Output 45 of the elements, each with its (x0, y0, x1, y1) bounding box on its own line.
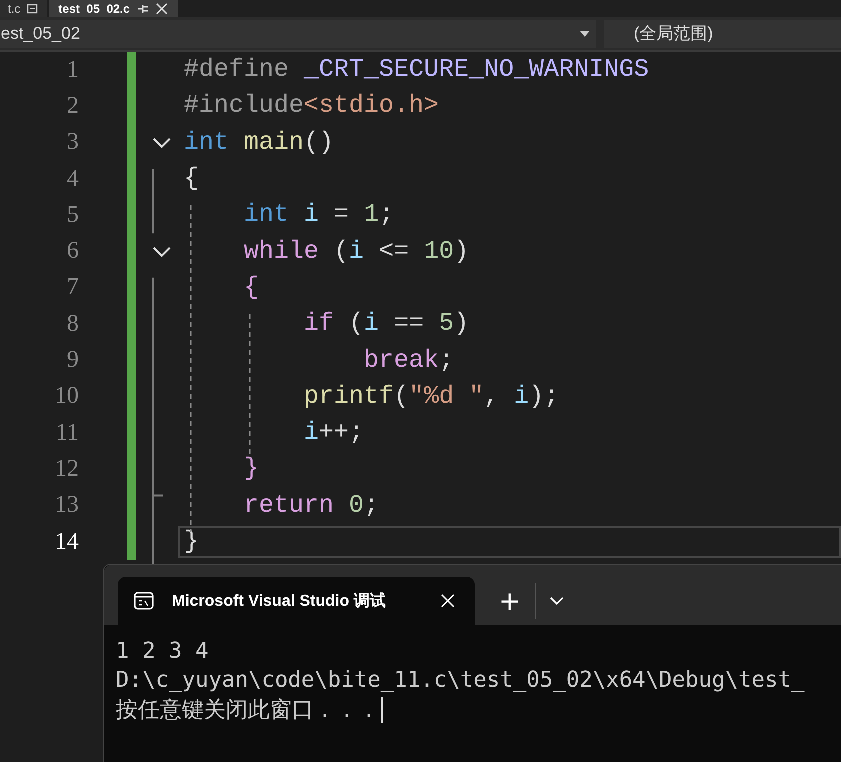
change-bar (127, 52, 136, 88)
terminal-tab-title: Microsoft Visual Studio 调试 (172, 592, 387, 612)
line-number: 7 (66, 274, 79, 302)
line-number: 3 (66, 129, 79, 156)
code-line: if (i == 5) (303, 308, 470, 340)
code-line: break; (363, 344, 454, 377)
close-icon[interactable] (156, 2, 168, 14)
console-output-line: 按任意键关闭此窗口．．． (116, 696, 380, 724)
change-bar (127, 524, 136, 560)
line-number: 1 (66, 56, 79, 84)
line-number: 4 (66, 166, 79, 193)
code-line: printf("%d ", i); (303, 380, 560, 413)
code-line: #define _CRT_SECURE_NO_WARNINGS (183, 54, 650, 86)
new-tab-button[interactable]: + (493, 587, 527, 617)
chevron-icon[interactable] (152, 136, 172, 149)
console-icon (134, 592, 154, 610)
terminal-tab[interactable]: Microsoft Visual Studio 调试 (118, 577, 475, 625)
file-tab[interactable]: test_05_02.c (48, 0, 178, 17)
scope-dropdown[interactable]: (全局范围) (604, 20, 841, 48)
line-number: 10 (54, 383, 79, 410)
console-output-line: D:\c_yuyan\code\bite_11.c\test_05_02\x64\Debug\test_ (116, 668, 805, 693)
line-number: 8 (66, 310, 79, 338)
text-cursor (381, 696, 383, 722)
code-line: while (i <= 10) (243, 236, 470, 268)
line-number: 6 (66, 238, 79, 266)
code-line: { (243, 272, 260, 304)
code-line: int i = 1; (243, 199, 394, 232)
line-number: 5 (66, 202, 79, 229)
caret-icon (580, 30, 590, 36)
console-output-line: 1 2 3 4 (116, 639, 209, 664)
code-line: { (183, 163, 200, 196)
code-line: i++; (303, 417, 364, 450)
line-number: 11 (54, 420, 79, 447)
file-tab[interactable]: t.c (0, 0, 47, 17)
chevron-icon[interactable] (152, 246, 172, 258)
project-dropdown[interactable]: est_05_02 (0, 20, 596, 48)
code-line: } (243, 453, 260, 486)
line-number: 14 (54, 528, 79, 556)
line-number: 2 (66, 92, 79, 120)
line-number: 9 (66, 347, 79, 374)
line-number: 12 (54, 456, 79, 483)
code-line: int main() (183, 126, 334, 159)
line-number: 13 (54, 492, 79, 520)
code-line: #include<stdio.h> (183, 90, 440, 122)
code-line: return 0; (243, 490, 380, 522)
